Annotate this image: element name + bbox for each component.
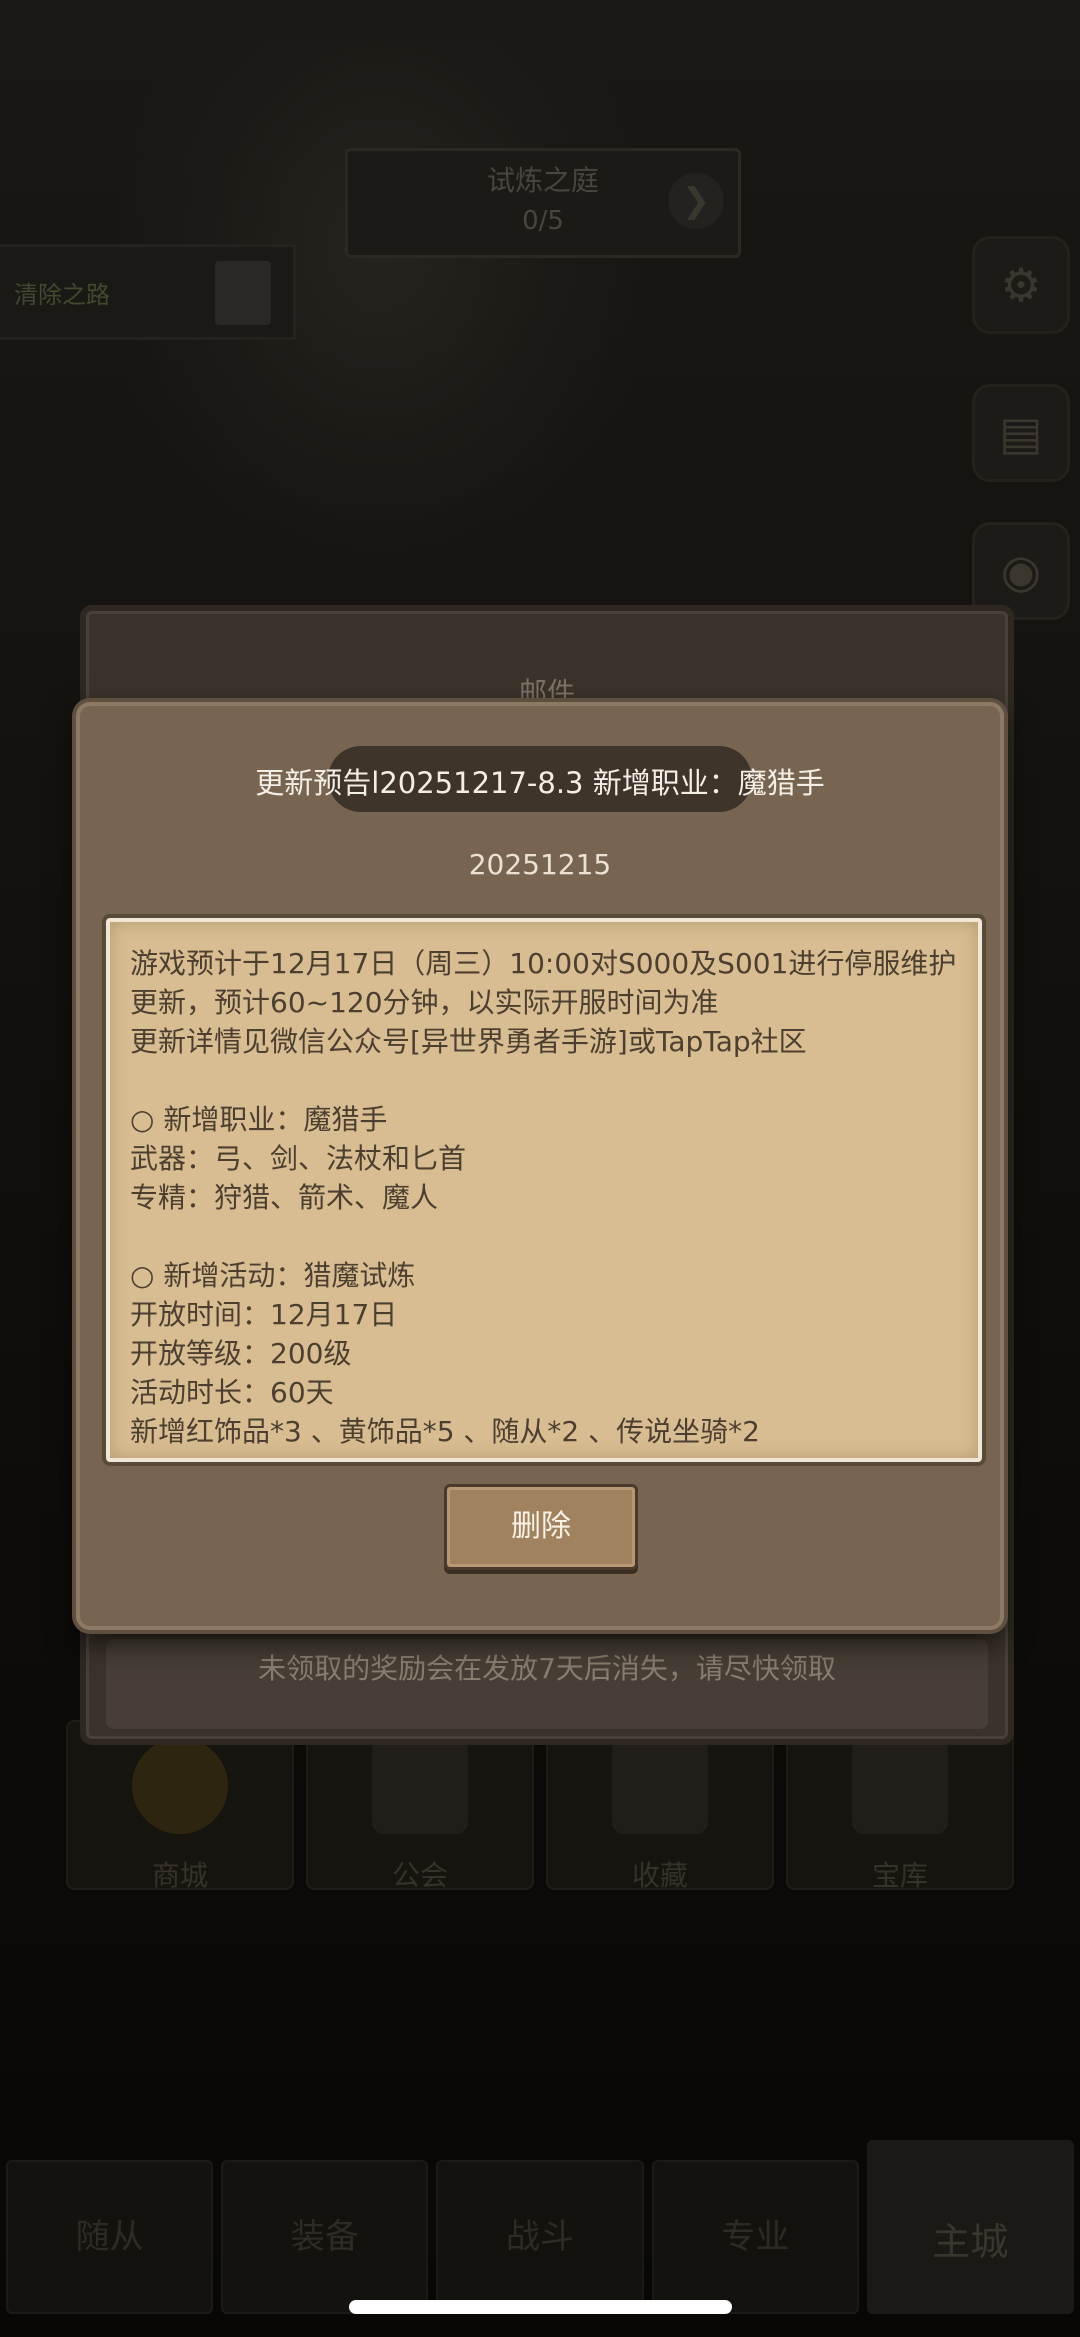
message-body-text: 游戏预计于12月17日（周三）10:00对S000及S001进行停服维护更新，预… [130, 947, 957, 1448]
guild-icon [372, 1738, 468, 1834]
home-indicator[interactable] [349, 2300, 732, 2314]
treasury-icon [852, 1738, 948, 1834]
task-label: 清除之路 [14, 281, 110, 309]
grid-treasury[interactable]: 宝库 [786, 1720, 1014, 1892]
coin-icon [132, 1738, 228, 1834]
popup-date: 20251215 [468, 848, 612, 881]
task-icon [215, 261, 271, 325]
arrow-right-icon[interactable]: ❯ [668, 173, 724, 229]
book-icon[interactable]: ▤ [972, 384, 1070, 482]
grid-collection[interactable]: 收藏 [546, 1720, 774, 1892]
nav-equipment[interactable]: 装备 [221, 2160, 429, 2314]
nav-profession[interactable]: 专业 [651, 2160, 859, 2314]
background-grid: 商城 公会 收藏 宝库 [66, 1720, 1014, 1892]
delete-button[interactable]: 删除 [444, 1484, 638, 1570]
trial-banner[interactable]: 试炼之庭 0/5 ❯ [345, 148, 741, 258]
message-body-scroll[interactable]: 游戏预计于12月17日（周三）10:00对S000及S001进行停服维护更新，预… [106, 918, 982, 1462]
grid-guild[interactable]: 公会 [306, 1720, 534, 1892]
grid-shop[interactable]: 商城 [66, 1720, 294, 1892]
mail-footer-notice: 未领取的奖励会在发放7天后消失，请尽快领取 [106, 1639, 988, 1729]
gear-icon[interactable]: ⚙ [972, 236, 1070, 334]
mail-detail-popup: 更新预告l20251217-8.3 新增职业：魔猎手 20251215 游戏预计… [76, 702, 1004, 1630]
game-screen: 试炼之庭 0/5 ❯ 清除之路 ⚙ ▤ ◉ 商城 公会 收藏 宝库 随从 装备 … [0, 0, 1080, 2337]
popup-title: 更新预告l20251217-8.3 新增职业：魔猎手 [255, 766, 825, 800]
nav-main-city[interactable]: 主城 [866, 2140, 1075, 2314]
nav-followers[interactable]: 随从 [6, 2160, 214, 2314]
task-panel[interactable]: 清除之路 [0, 244, 296, 340]
collection-icon [612, 1738, 708, 1834]
nav-battle[interactable]: 战斗 [436, 2160, 644, 2314]
